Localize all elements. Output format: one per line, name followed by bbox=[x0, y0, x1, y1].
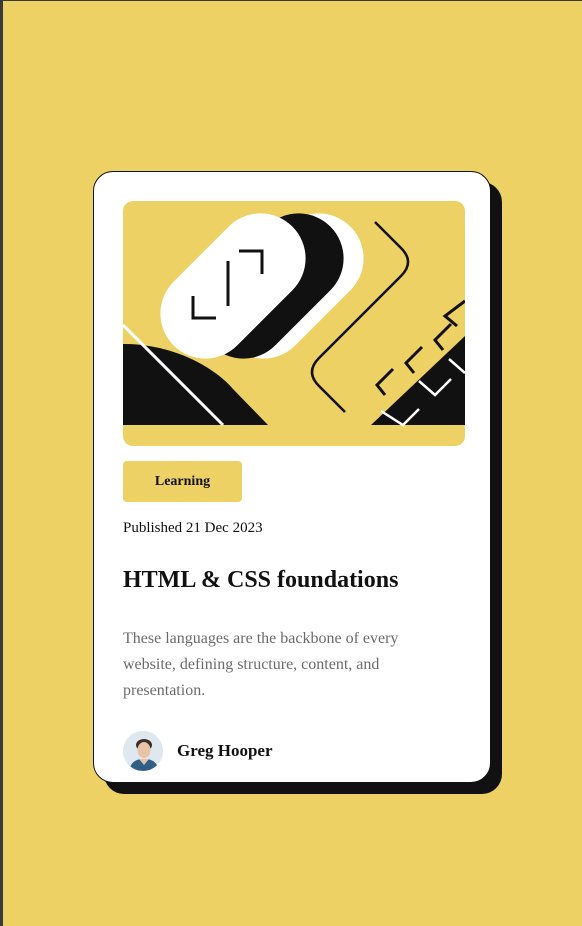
article-title[interactable]: HTML & CSS foundations bbox=[123, 567, 398, 594]
window-edge-left bbox=[0, 0, 3, 926]
category-tag[interactable]: Learning bbox=[123, 461, 242, 502]
blog-preview-card: Learning Published 21 Dec 2023 HTML & CS… bbox=[93, 171, 491, 783]
author-name[interactable]: Greg Hooper bbox=[177, 741, 273, 761]
article-description: These languages are the backbone of ever… bbox=[123, 630, 399, 699]
window-edge-top bbox=[0, 0, 582, 1]
author-info[interactable]: Greg Hooper bbox=[123, 731, 273, 771]
published-date: Published 21 Dec 2023 bbox=[123, 520, 263, 536]
illustration-image bbox=[123, 201, 465, 446]
author-avatar bbox=[123, 731, 163, 771]
